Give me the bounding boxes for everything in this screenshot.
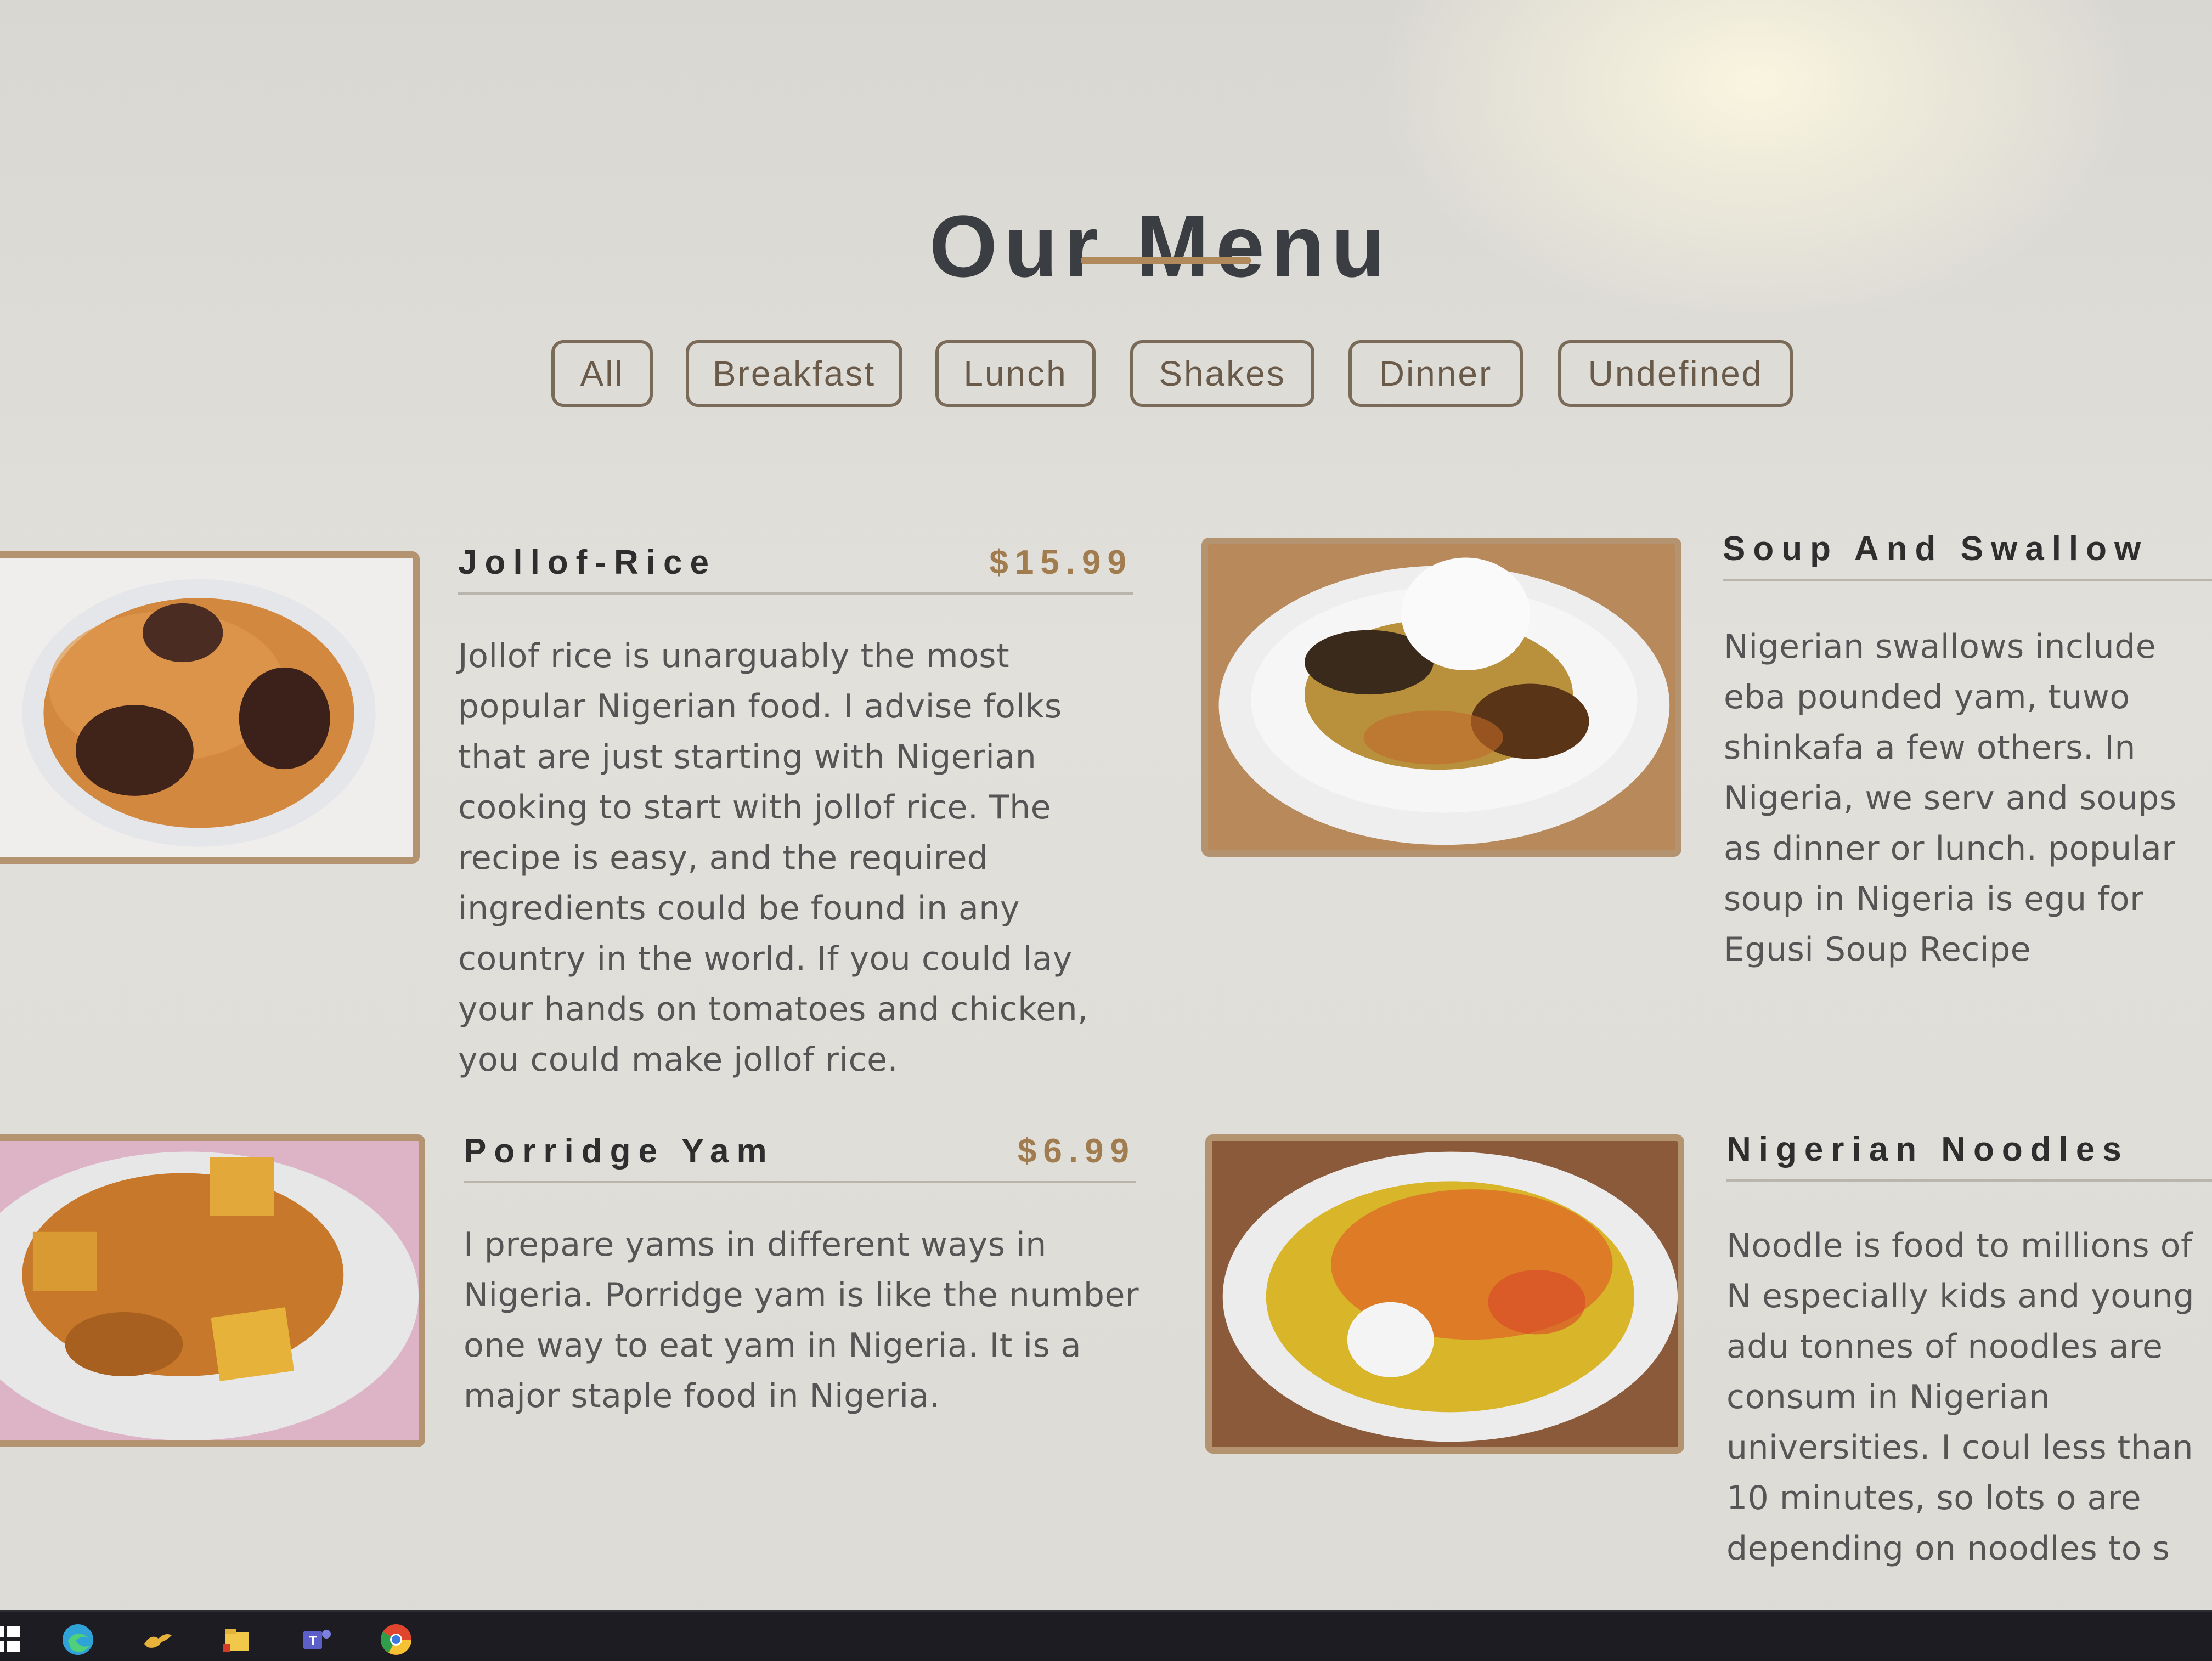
lizard-app-icon[interactable] (140, 1622, 175, 1657)
taskbar: T (0, 1610, 2212, 1661)
teams-icon[interactable]: T (299, 1622, 334, 1657)
nigerian-noodles-image (1205, 1134, 1684, 1454)
nigerian-noodles-header: Nigerian Noodles (1726, 1130, 2212, 1182)
porridge-yam-header: Porridge Yam $6.99 (464, 1132, 1136, 1183)
filter-shakes-button[interactable]: Shakes (1130, 340, 1314, 407)
soup-and-swallow-image (1201, 538, 1681, 857)
filter-bar: All Breakfast Lunch Shakes Dinner Undefi… (549, 324, 1810, 411)
item-description: I prepare yams in different ways in Nige… (464, 1225, 1139, 1415)
item-description: Noodle is food to millions of N especial… (1726, 1227, 2195, 1568)
filter-lunch-button[interactable]: Lunch (935, 340, 1096, 407)
title-underline (1081, 257, 1251, 264)
filter-dinner-button[interactable]: Dinner (1348, 340, 1523, 407)
filter-all-button[interactable]: All (551, 340, 653, 407)
porridge-yam-image (0, 1134, 425, 1447)
jollof-rice-image (0, 551, 420, 864)
chrome-icon[interactable] (379, 1622, 414, 1657)
file-explorer-icon[interactable] (219, 1622, 255, 1657)
item-description: Jollof rice is unarguably the most popul… (458, 637, 1088, 1079)
item-name: Nigerian Noodles (1726, 1131, 2129, 1168)
item-name: Porridge Yam (464, 1132, 775, 1170)
svg-text:T: T (309, 1634, 317, 1648)
item-price: $6.99 (1017, 1132, 1136, 1170)
start-icon[interactable] (0, 1622, 24, 1657)
filter-undefined-button[interactable]: Undefined (1558, 340, 1793, 407)
item-name: Jollof-Rice (458, 544, 716, 581)
filter-breakfast-button[interactable]: Breakfast (686, 340, 902, 407)
item-price: $15.99 (989, 544, 1133, 581)
soup-and-swallow-header: Soup And Swallow (1723, 529, 2212, 581)
edge-icon[interactable] (60, 1622, 95, 1657)
page-title: Our Menu (929, 197, 1392, 296)
jollof-rice-header: Jollof-Rice $15.99 (458, 543, 1133, 595)
item-name: Soup And Swallow (1723, 530, 2149, 568)
item-description: Nigerian swallows include eba pounded ya… (1724, 628, 2177, 969)
